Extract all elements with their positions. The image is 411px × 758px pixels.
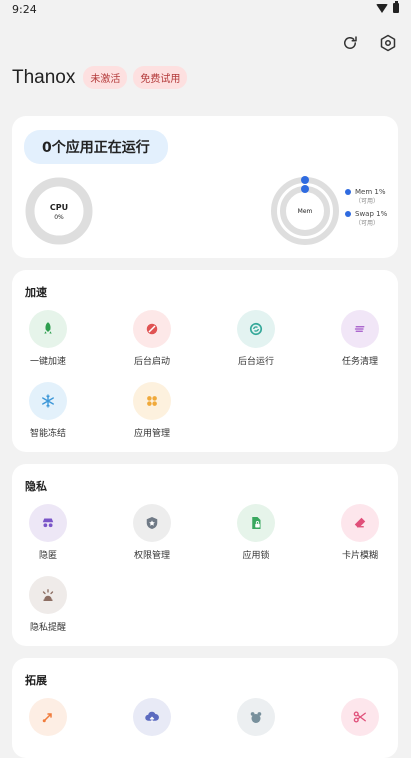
feature-label: 卡片模糊 [341, 551, 378, 561]
feature-label: 后台启动 [133, 357, 170, 367]
section-title: 隐私 [25, 480, 47, 493]
section-title: 拓展 [25, 674, 47, 687]
bear-icon [250, 712, 262, 723]
icon-circle [341, 698, 379, 736]
feature-label: 隐匿 [38, 551, 57, 561]
shield-icon [146, 517, 158, 529]
settings-icon[interactable] [377, 32, 399, 54]
icon-circle [29, 576, 67, 614]
mem-label: Mem [298, 208, 313, 215]
feature-shield[interactable]: 权限管理 [116, 504, 188, 561]
feature-bear[interactable] [220, 698, 292, 736]
lock-file-icon [252, 517, 261, 529]
feature-list[interactable]: 任务清理 [324, 310, 396, 367]
mem-usage-marker [301, 176, 309, 184]
wifi-icon [376, 3, 388, 13]
feature-label: 任务清理 [341, 357, 378, 367]
scissors-icon [353, 711, 366, 723]
feature-scissors[interactable] [324, 698, 396, 736]
mem-legend: Mem 1% （可用） Swap 1% （可用） [345, 188, 387, 232]
block-icon [146, 323, 158, 335]
free-trial-badge[interactable]: 免费试用 [133, 66, 188, 89]
battery-icon [393, 1, 399, 13]
icon-circle [133, 698, 171, 736]
app-title: Thanox [12, 66, 76, 88]
legend-dot [345, 189, 351, 195]
cloud-upload-icon [145, 711, 159, 723]
feature-block[interactable]: 后台启动 [116, 310, 188, 367]
section-title: 加速 [25, 286, 47, 299]
cpu-value: 0% [54, 214, 64, 221]
feature-cloud-upload[interactable] [116, 698, 188, 736]
feature-label: 应用锁 [242, 551, 270, 561]
feature-label: 智能冻结 [29, 429, 66, 439]
incognito-icon [42, 518, 54, 528]
refresh-icon[interactable] [339, 32, 361, 54]
icon-circle [29, 698, 67, 736]
cpu-gauge: CPU 0% [25, 177, 93, 245]
eraser-icon [354, 517, 366, 528]
mem-gauge: Mem [271, 176, 339, 245]
section-extension: 拓展 [12, 658, 398, 758]
icon-circle [29, 504, 67, 542]
feature-label: 应用管理 [133, 429, 170, 439]
icon-circle [133, 504, 171, 542]
feature-label: 权限管理 [133, 551, 170, 561]
legend-item-swap: Swap 1% （可用） [345, 210, 387, 227]
cpu-label: CPU [50, 203, 68, 212]
feature-snowflake[interactable]: 智能冻结 [12, 382, 84, 439]
icon-circle [341, 504, 379, 542]
icon-circle [29, 310, 67, 348]
legend-item-mem: Mem 1% （可用） [345, 188, 387, 205]
status-time: 9:24 [12, 3, 37, 16]
feature-eraser[interactable]: 卡片模糊 [324, 504, 396, 561]
legend-dot [345, 211, 351, 217]
feature-alarm[interactable]: 隐私提醒 [12, 576, 84, 633]
top-actions [339, 32, 399, 54]
route-icon [42, 713, 52, 723]
section-speed: 加速 一键加速 后台启动 后台运行 任务清理智能冻结 应用管理 [12, 270, 398, 452]
status-card[interactable]: 0个应用正在运行 CPU 0% Mem Mem 1% （可用） Swap 1% … [12, 116, 398, 258]
status-bar: 9:24 [0, 0, 411, 20]
rocket-icon [44, 322, 52, 334]
icon-circle [237, 504, 275, 542]
icon-circle [133, 382, 171, 420]
feature-label: 后台运行 [237, 357, 274, 367]
alarm-icon [42, 589, 54, 601]
snowflake-icon [42, 394, 54, 408]
feature-rocket[interactable]: 一键加速 [12, 310, 84, 367]
icon-circle [133, 310, 171, 348]
icon-circle [29, 382, 67, 420]
feature-lock-file[interactable]: 应用锁 [220, 504, 292, 561]
feature-label: 一键加速 [29, 357, 66, 367]
icon-circle [341, 310, 379, 348]
swap-usage-marker [301, 185, 309, 193]
feature-label: 隐私提醒 [29, 623, 66, 633]
inactive-badge[interactable]: 未激活 [83, 66, 128, 89]
apps-icon [147, 396, 157, 406]
list-icon [354, 326, 365, 332]
section-privacy: 隐私 隐匿 权限管理 应用锁 卡片模糊隐私提醒 [12, 464, 398, 646]
icon-circle [237, 310, 275, 348]
icon-circle [237, 698, 275, 736]
feature-apps[interactable]: 应用管理 [116, 382, 188, 439]
feature-sync[interactable]: 后台运行 [220, 310, 292, 367]
feature-incognito[interactable]: 隐匿 [12, 504, 84, 561]
running-apps-pill[interactable]: 0个应用正在运行 [24, 130, 168, 164]
app-header: Thanox 未激活 免费试用 [12, 66, 188, 89]
sync-icon [249, 322, 263, 336]
feature-route[interactable] [12, 698, 84, 736]
